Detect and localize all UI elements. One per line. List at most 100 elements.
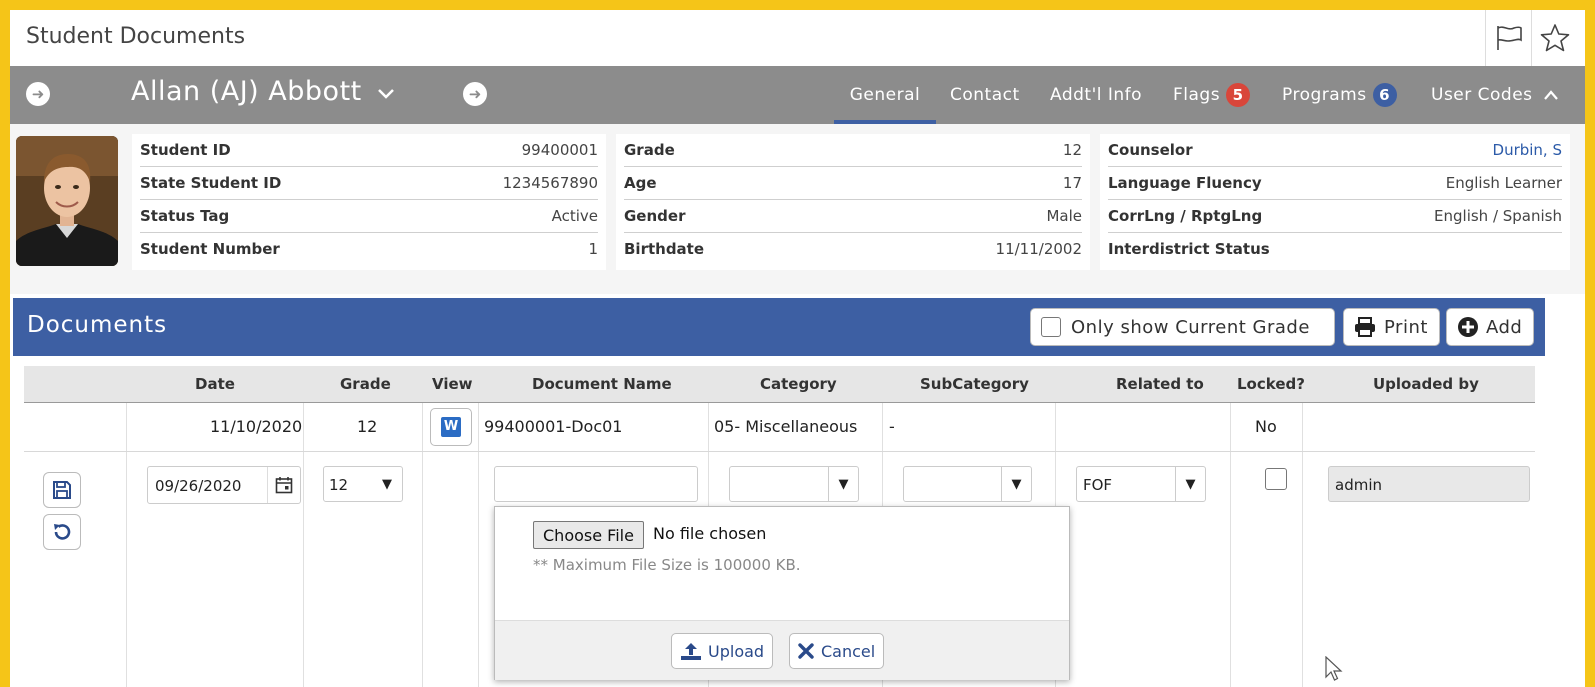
upload-button[interactable]: Upload — [671, 633, 774, 669]
date-input[interactable]: 09/26/2020 — [147, 466, 301, 504]
cancel-label: Cancel — [821, 641, 876, 661]
status-tag-label: Status Tag — [140, 207, 230, 225]
flag-button[interactable] — [1485, 10, 1532, 66]
next-student-button[interactable]: ➜ — [463, 82, 487, 106]
column-header-document-name[interactable]: Document Name — [532, 375, 672, 393]
grade-select-value: 12 — [329, 476, 349, 494]
info-column-1: Student ID 99400001 State Student ID 12345… — [132, 134, 606, 270]
tab-addtl-info[interactable]: Addt'l Info — [1050, 66, 1142, 124]
word-doc-icon: W — [441, 417, 461, 437]
title-bar: Student Documents — [10, 10, 1585, 67]
row-grade: 12 — [357, 417, 378, 436]
status-tag-value: Active — [551, 207, 598, 225]
column-header-locked[interactable]: Locked? — [1237, 375, 1305, 393]
chevron-down-icon: ▼ — [1001, 467, 1031, 501]
counselor-label: Counselor — [1108, 141, 1193, 159]
tab-addtl-info-label: Addt'l Info — [1050, 85, 1143, 105]
student-id-value: 99400001 — [521, 141, 598, 159]
tab-flags-label: Flags — [1173, 85, 1221, 105]
corr-rptg-language-value: English / Spanish — [1434, 207, 1562, 225]
page-title: Student Documents — [26, 24, 246, 49]
favorite-button[interactable] — [1531, 10, 1578, 66]
grade-value: 12 — [1062, 141, 1082, 159]
birthdate-label: Birthdate — [624, 240, 705, 258]
column-header-uploaded-by[interactable]: Uploaded by — [1373, 375, 1479, 393]
date-input-value: 09/26/2020 — [155, 477, 242, 495]
uploaded-by-input: admin — [1328, 466, 1530, 502]
info-row: State Student ID 1234567890 — [140, 167, 598, 200]
calendar-icon — [275, 477, 293, 494]
upload-popup-footer: Upload Cancel — [495, 620, 1069, 680]
state-student-id-value: 1234567890 — [502, 174, 598, 192]
row-date: 11/10/2020 — [210, 417, 303, 436]
undo-icon — [54, 524, 71, 540]
info-row: Interdistrict Status — [1108, 233, 1562, 265]
add-document-button[interactable]: Add — [1446, 308, 1534, 346]
grade-select[interactable]: 12 ▼ — [323, 466, 403, 502]
student-name-selector[interactable]: Allan (AJ) Abbott — [131, 76, 395, 107]
tab-programs[interactable]: Programs 6 — [1282, 66, 1397, 124]
chevron-down-icon: ▼ — [828, 467, 858, 501]
language-fluency-label: Language Fluency — [1108, 174, 1262, 192]
add-label: Add — [1486, 316, 1523, 338]
student-info-panel: Student ID 99400001 State Student ID 12345… — [10, 124, 1585, 294]
flag-icon — [1497, 26, 1522, 50]
age-label: Age — [624, 174, 657, 192]
column-header-grade[interactable]: Grade — [340, 375, 391, 393]
subcategory-select[interactable]: ▼ — [903, 466, 1032, 502]
view-document-button[interactable]: W — [430, 408, 472, 446]
info-row: Language Fluency English Learner — [1108, 167, 1562, 200]
locked-checkbox[interactable] — [1265, 468, 1287, 490]
calendar-button[interactable] — [267, 467, 300, 503]
grade-label: Grade — [624, 141, 675, 159]
print-button[interactable]: Print — [1343, 308, 1440, 346]
related-to-select[interactable]: FOF ▼ — [1076, 466, 1206, 502]
column-header-related-to[interactable]: Related to — [1116, 375, 1204, 393]
choose-file-button[interactable]: Choose File — [533, 521, 644, 549]
info-row: Student ID 99400001 — [140, 134, 598, 167]
tab-contact-label: Contact — [950, 85, 1020, 105]
current-grade-filter-label: Only show Current Grade — [1071, 316, 1310, 338]
programs-count-badge: 6 — [1372, 83, 1397, 107]
current-grade-filter[interactable]: Only show Current Grade — [1030, 308, 1335, 346]
info-row: Student Number 1 — [140, 233, 598, 265]
tab-general-label: General — [849, 85, 921, 105]
tab-general[interactable]: General — [834, 66, 936, 124]
current-grade-checkbox[interactable] — [1041, 317, 1061, 337]
info-column-2: Grade 12 Age 17 Gender Male Birthdate 11/11/… — [616, 134, 1090, 270]
tab-user-codes[interactable]: User Codes — [1431, 66, 1559, 124]
upload-label: Upload — [708, 641, 765, 661]
row-category: 05- Miscellaneous — [714, 417, 858, 436]
table-header: Date Grade View Document Name Category S… — [24, 366, 1535, 403]
cancel-button[interactable]: Cancel — [789, 633, 885, 669]
app-frame: Student Documents ➜ Allan (AJ) Abbott ➜ … — [0, 0, 1595, 687]
student-id-label: Student ID — [140, 141, 231, 159]
counselor-link[interactable]: Durbin, S — [1493, 141, 1562, 159]
table-row[interactable]: 11/10/2020 12 W 99400001-Doc01 05- Misce… — [24, 403, 1535, 452]
column-header-view: View — [432, 375, 473, 393]
undo-button[interactable] — [43, 514, 81, 550]
category-select[interactable]: ▼ — [729, 466, 859, 502]
interdistrict-status-label: Interdistrict Status — [1108, 240, 1270, 258]
max-file-size-note: ** Maximum File Size is 100000 KB. — [533, 556, 801, 574]
documents-table: Date Grade View Document Name Category S… — [24, 366, 1535, 687]
column-header-date[interactable]: Date — [195, 375, 235, 393]
document-name-input[interactable] — [494, 466, 698, 502]
age-value: 17 — [1062, 174, 1082, 192]
gender-value: Male — [1046, 207, 1082, 225]
info-row: Grade 12 — [624, 134, 1082, 167]
flags-count-badge: 5 — [1226, 83, 1251, 107]
no-file-chosen-text: No file chosen — [653, 524, 767, 543]
birthdate-value: 11/11/2002 — [995, 240, 1082, 258]
arrow-right-icon: ➜ — [468, 85, 482, 103]
tab-contact[interactable]: Contact — [950, 66, 1020, 124]
tab-flags[interactable]: Flags 5 — [1173, 66, 1251, 124]
mouse-cursor-icon — [1325, 656, 1343, 681]
column-header-category[interactable]: Category — [760, 375, 837, 393]
documents-title: Documents — [27, 312, 168, 338]
info-row: Birthdate 11/11/2002 — [624, 233, 1082, 265]
save-button[interactable] — [43, 472, 81, 508]
print-label: Print — [1384, 316, 1428, 338]
column-header-subcategory[interactable]: SubCategory — [920, 375, 1029, 393]
previous-student-button[interactable]: ➜ — [26, 82, 50, 106]
